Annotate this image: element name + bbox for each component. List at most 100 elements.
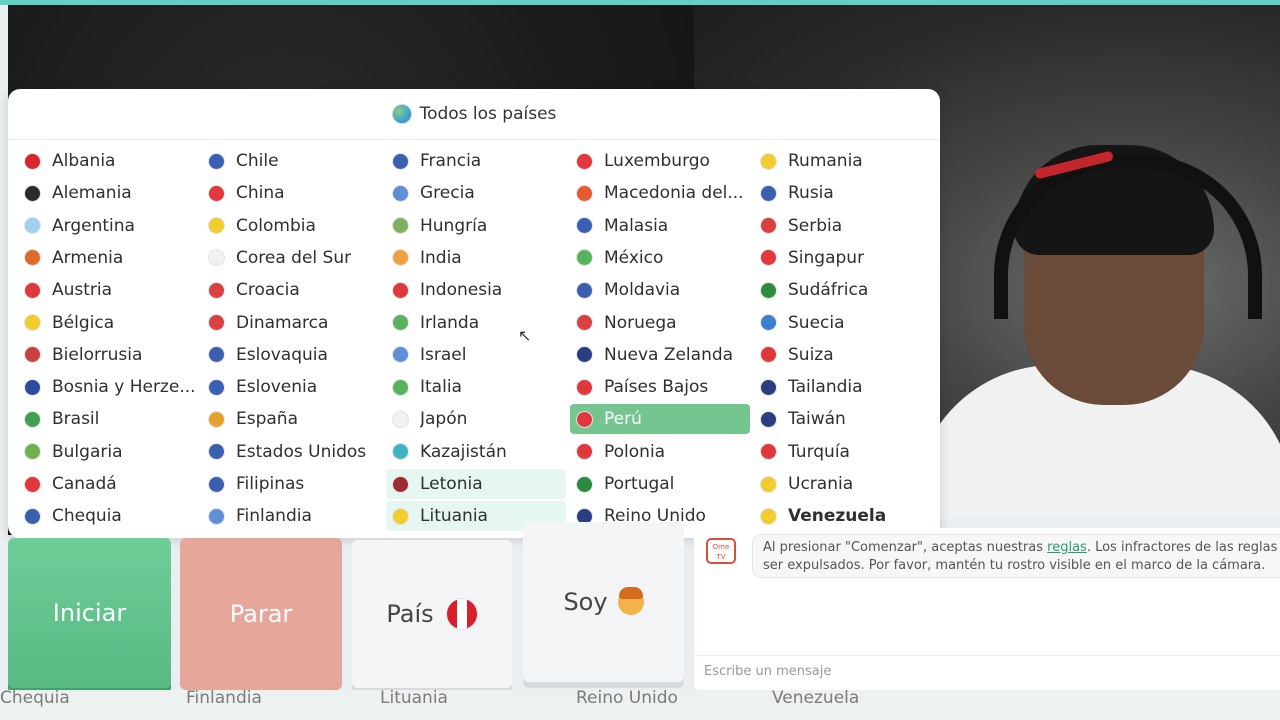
- country-grid: Albania Alemania Argentina Armenia Austria Bé…: [18, 146, 933, 536]
- country-option[interactable]: Rumania: [754, 146, 934, 176]
- country-option[interactable]: Moldavia: [570, 275, 750, 305]
- country-label: Portugal: [604, 474, 675, 494]
- flag-icon: [392, 475, 409, 493]
- country-option[interactable]: Hungría: [386, 211, 566, 241]
- country-option[interactable]: Estados Unidos: [202, 437, 382, 467]
- country-option[interactable]: Kazajistán: [386, 437, 566, 467]
- country-option[interactable]: Suecia: [754, 308, 934, 338]
- country-option[interactable]: China: [202, 178, 382, 208]
- flag-icon: [208, 443, 225, 461]
- country-option[interactable]: Irlanda: [386, 308, 566, 338]
- country-option[interactable]: Suiza: [754, 340, 934, 370]
- under-item: Lituania: [380, 690, 448, 708]
- country-option[interactable]: Venezuela: [754, 501, 934, 531]
- flag-icon: [760, 281, 777, 299]
- country-option[interactable]: Italia: [386, 372, 566, 402]
- country-option[interactable]: Dinamarca: [202, 308, 382, 338]
- country-option[interactable]: Israel: [386, 340, 566, 370]
- country-label: Eslovenia: [236, 377, 318, 398]
- country-option[interactable]: Nueva Zelanda: [570, 340, 750, 370]
- country-option[interactable]: Brasil: [18, 404, 198, 434]
- country-option[interactable]: Bulgaria: [18, 437, 198, 467]
- country-option[interactable]: Macedonia del...: [570, 178, 750, 208]
- country-option[interactable]: Japón: [386, 404, 566, 434]
- country-option[interactable]: India: [386, 243, 566, 273]
- country-button-label: País: [386, 600, 434, 628]
- country-option[interactable]: Colombia: [202, 211, 382, 241]
- country-option[interactable]: Polonia: [570, 437, 750, 467]
- flag-icon: [24, 152, 41, 170]
- country-option[interactable]: Sudáfrica: [754, 275, 934, 305]
- country-label: Bosnia y Herze...: [52, 377, 196, 398]
- flag-icon: [576, 314, 593, 331]
- stop-button[interactable]: Parar: [180, 538, 342, 690]
- country-option[interactable]: Eslovaquia: [202, 340, 382, 370]
- country-option[interactable]: Argentina: [18, 211, 198, 241]
- flag-icon: [24, 249, 41, 267]
- country-label: Alemania: [52, 183, 132, 204]
- country-label: Irlanda: [420, 312, 480, 333]
- gender-button[interactable]: Soy: [523, 522, 684, 682]
- start-button[interactable]: Iniciar: [8, 538, 171, 688]
- country-option[interactable]: Luxemburgo: [570, 146, 750, 176]
- country-label: Indonesia: [420, 280, 503, 301]
- country-option[interactable]: Taiwán: [754, 404, 934, 434]
- country-option[interactable]: México: [570, 243, 750, 273]
- country-option[interactable]: Finlandia: [202, 501, 382, 531]
- country-button[interactable]: País: [352, 540, 512, 688]
- country-option[interactable]: Tailandia: [754, 372, 934, 402]
- chat-panel: Ome TV Al presionar "Comenzar", aceptas …: [694, 528, 1280, 690]
- popup-title[interactable]: Todos los países: [420, 104, 557, 124]
- country-option[interactable]: Chequia: [18, 501, 198, 531]
- country-option[interactable]: Francia: [386, 146, 566, 176]
- flag-icon: [208, 314, 225, 331]
- flag-icon: [576, 152, 593, 170]
- flag-icon: [392, 346, 409, 364]
- country-option[interactable]: Serbia: [754, 211, 934, 241]
- flag-icon: [24, 410, 41, 428]
- country-option[interactable]: Bélgica: [18, 308, 198, 338]
- country-option[interactable]: Noruega: [570, 308, 750, 338]
- country-option[interactable]: Armenia: [18, 243, 198, 273]
- flag-icon: [208, 507, 225, 525]
- flag-icon: [392, 281, 409, 299]
- flag-icon: [760, 410, 777, 428]
- country-label: México: [604, 247, 664, 268]
- flag-icon: [208, 281, 225, 299]
- country-option[interactable]: Canadá: [18, 469, 198, 499]
- country-option[interactable]: Eslovenia: [202, 372, 382, 402]
- country-label: Nueva Zelanda: [604, 344, 734, 365]
- country-option[interactable]: Portugal: [570, 469, 750, 499]
- country-option[interactable]: Croacia: [202, 275, 382, 305]
- rules-link[interactable]: reglas: [1047, 540, 1087, 555]
- country-option[interactable]: Malasia: [570, 211, 750, 241]
- country-option[interactable]: Filipinas: [202, 469, 382, 499]
- message-input[interactable]: Escribe un mensaje: [704, 664, 831, 679]
- under-item: Finlandia: [186, 690, 262, 708]
- country-option[interactable]: Austria: [18, 275, 198, 305]
- country-label: Hungría: [420, 215, 488, 236]
- country-option[interactable]: Rusia: [754, 178, 934, 208]
- country-option[interactable]: Bielorrusia: [18, 340, 198, 370]
- country-option[interactable]: Bosnia y Herze...: [18, 372, 198, 402]
- country-option[interactable]: Países Bajos: [570, 372, 750, 402]
- country-option[interactable]: Grecia: [386, 178, 566, 208]
- country-option[interactable]: Letonia: [386, 469, 566, 499]
- country-option[interactable]: Indonesia: [386, 275, 566, 305]
- country-option[interactable]: Perú: [570, 404, 750, 435]
- flag-icon: [208, 152, 225, 170]
- country-option[interactable]: Singapur: [754, 243, 934, 273]
- country-option[interactable]: Ucrania: [754, 469, 934, 499]
- country-label: Venezuela: [788, 506, 887, 527]
- country-label: China: [236, 183, 285, 204]
- country-option[interactable]: Alemania: [18, 178, 198, 208]
- flag-icon: [24, 281, 41, 299]
- country-label: Finlandia: [236, 506, 312, 527]
- country-option[interactable]: Turquía: [754, 437, 934, 467]
- country-option[interactable]: Albania: [18, 146, 198, 176]
- flag-icon: [24, 507, 41, 525]
- country-option[interactable]: Corea del Sur: [202, 243, 382, 273]
- country-option[interactable]: Chile: [202, 146, 382, 176]
- country-option[interactable]: España: [202, 404, 382, 434]
- country-label: Chequia: [52, 506, 122, 527]
